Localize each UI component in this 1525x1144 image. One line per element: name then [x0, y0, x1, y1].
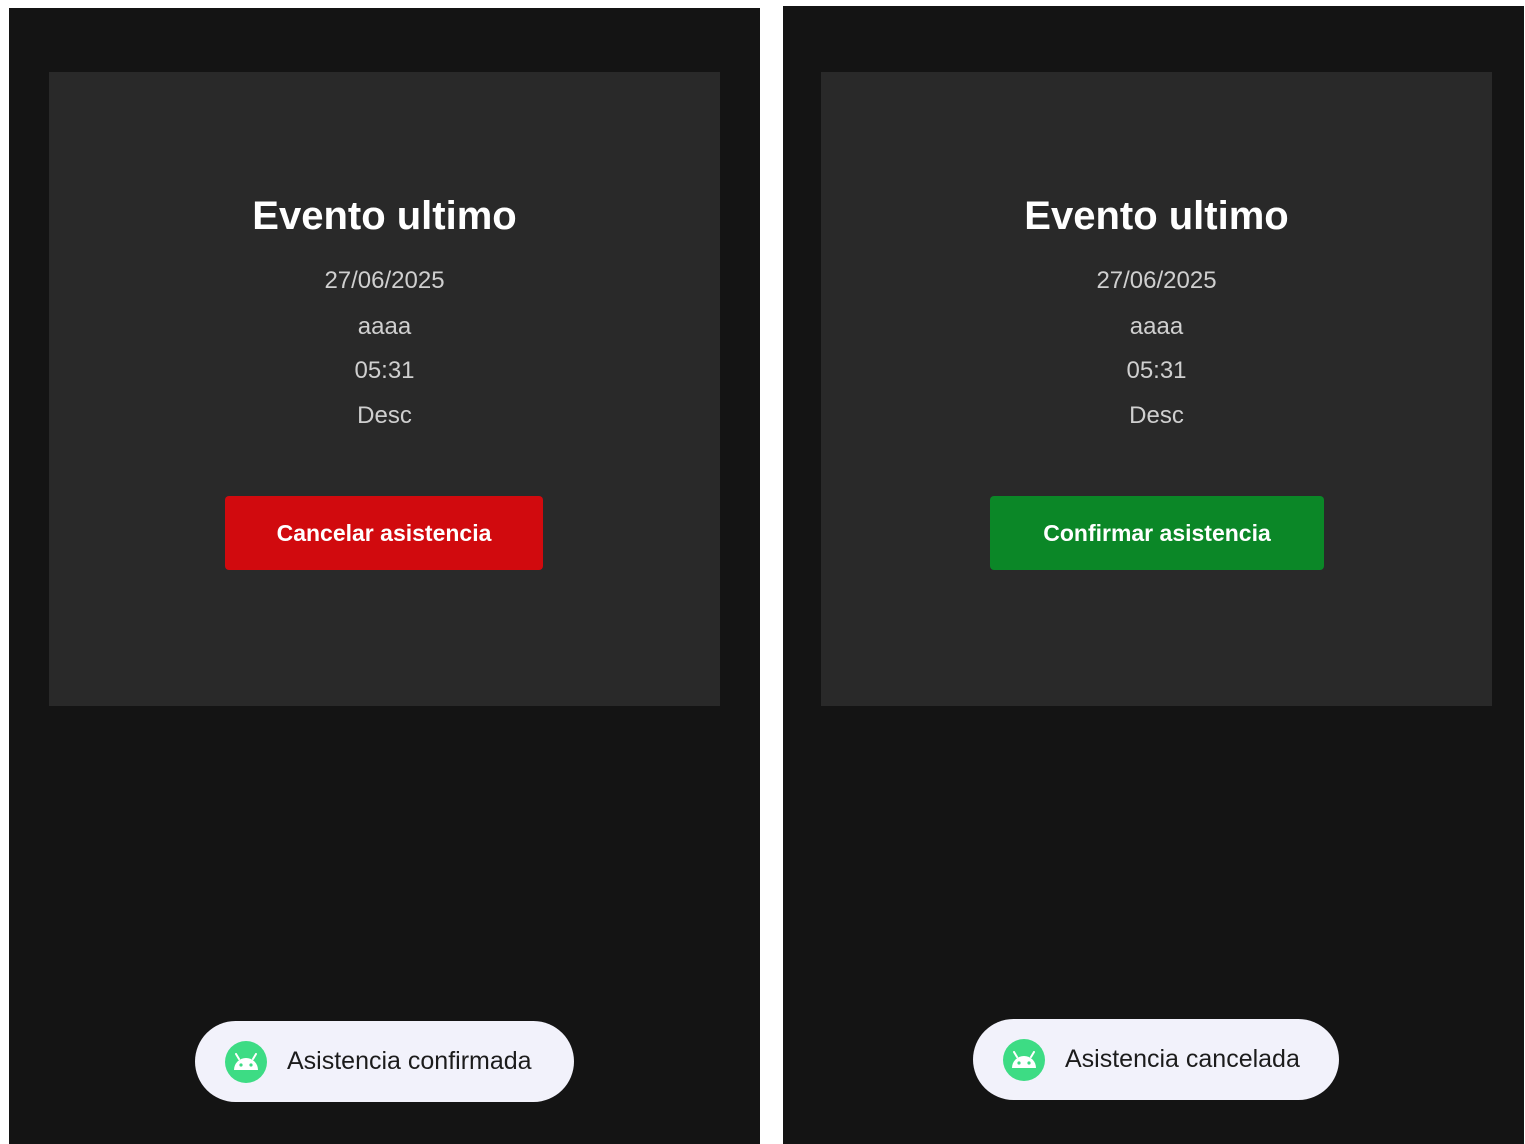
- phone-screen-left: Evento ultimo 27/06/2025 aaaa 05:31 Desc…: [9, 8, 760, 1144]
- android-icon: [1003, 1038, 1045, 1081]
- event-card: Evento ultimo 27/06/2025 aaaa 05:31 Desc…: [821, 72, 1492, 706]
- event-date: 27/06/2025: [1096, 267, 1217, 294]
- toast-message: Asistencia confirmada: [195, 1021, 574, 1102]
- android-icon: [225, 1040, 267, 1083]
- toast-text: Asistencia confirmada: [287, 1047, 532, 1075]
- toast-message: Asistencia cancelada: [973, 1019, 1339, 1100]
- event-description: Desc: [357, 402, 412, 429]
- event-place: aaaa: [357, 313, 412, 340]
- event-description: Desc: [1129, 402, 1184, 429]
- event-time: 05:31: [1126, 357, 1187, 384]
- event-place: aaaa: [1129, 313, 1184, 340]
- phone-screen-right: Evento ultimo 27/06/2025 aaaa 05:31 Desc…: [783, 6, 1524, 1144]
- event-date: 27/06/2025: [324, 267, 445, 294]
- cancel-attendance-button[interactable]: Cancelar asistencia: [225, 496, 543, 570]
- event-time: 05:31: [354, 357, 415, 384]
- event-title: Evento ultimo: [252, 194, 517, 238]
- event-card: Evento ultimo 27/06/2025 aaaa 05:31 Desc…: [49, 72, 720, 706]
- toast-text: Asistencia cancelada: [1065, 1045, 1300, 1073]
- event-title: Evento ultimo: [1024, 194, 1289, 238]
- confirm-attendance-button[interactable]: Confirmar asistencia: [990, 496, 1324, 570]
